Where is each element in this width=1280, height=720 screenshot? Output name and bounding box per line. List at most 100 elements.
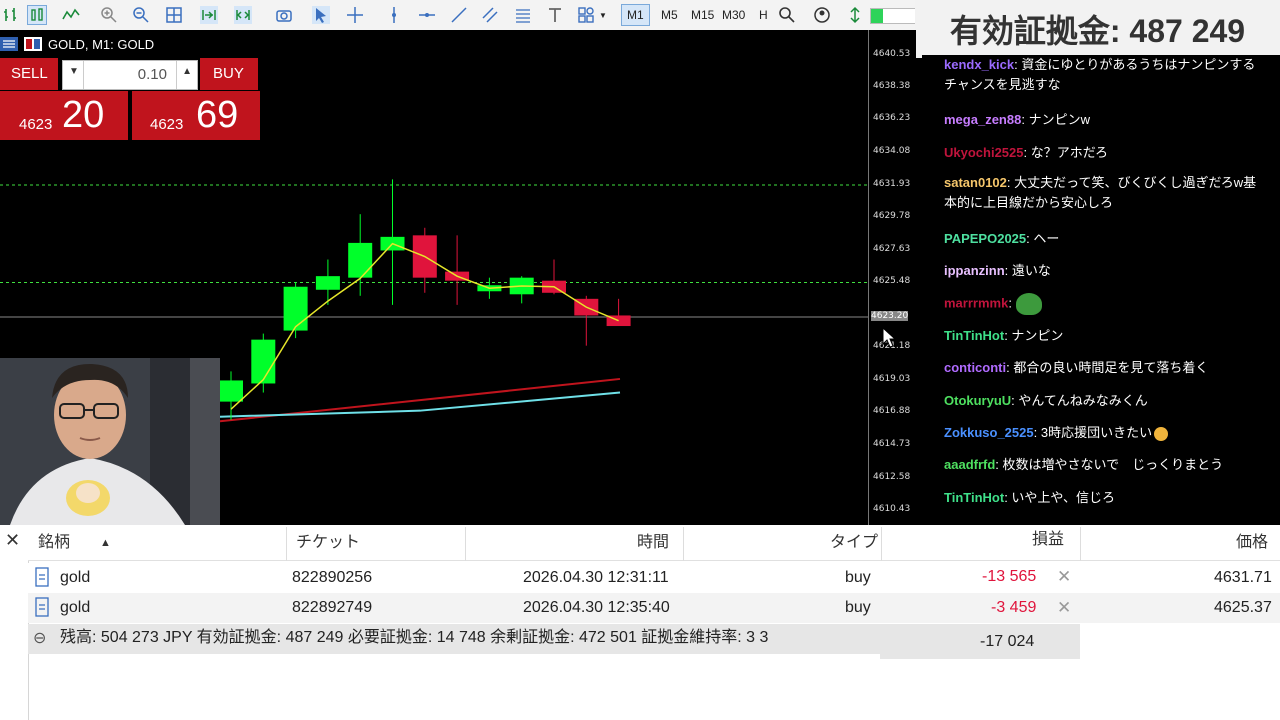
cell-symbol: gold: [60, 599, 91, 616]
buy-price-big: 69: [196, 94, 239, 136]
mouse-cursor-icon: [882, 327, 896, 348]
tf-h1[interactable]: H: [759, 8, 768, 22]
auto-scroll-icon[interactable]: [200, 6, 218, 24]
crosshair-icon[interactable]: [346, 6, 364, 24]
collapse-icon[interactable]: ⊖: [33, 628, 46, 648]
screenshot-icon[interactable]: [275, 6, 293, 24]
cell-price: 4631.71: [1214, 569, 1272, 586]
chat-username: satan0102: [944, 175, 1007, 190]
tf-m15[interactable]: M15: [691, 8, 714, 22]
buy-price[interactable]: 4623 69: [132, 91, 260, 140]
chart-title-bar: GOLD, M1: GOLD: [0, 33, 154, 55]
price-tick-label: 4638.38: [873, 81, 911, 91]
fibonacci-icon[interactable]: [514, 6, 532, 24]
lot-value[interactable]: 0.10: [138, 66, 167, 83]
header-type[interactable]: タイプ: [830, 531, 878, 555]
cell-ticket: 822892749: [292, 599, 373, 616]
candlestick-icon[interactable]: [27, 5, 47, 25]
chevron-down-icon[interactable]: ▼: [599, 11, 607, 20]
close-position-icon[interactable]: ✕: [1057, 594, 1071, 622]
chat-panel: kendx_kick: 資金にゆとりがあるうちはナンピンするチャンスを見逃すな m…: [922, 55, 1280, 520]
document-icon: [35, 597, 49, 617]
cursor-icon[interactable]: [312, 6, 330, 24]
chat-message: PAPEPO2025: ヘー: [944, 231, 1060, 246]
lot-increase-icon[interactable]: ▲: [182, 66, 192, 77]
chat-username: OtokuryuU: [944, 393, 1012, 408]
chat-text: 遠いな: [1011, 263, 1051, 278]
trendline-icon[interactable]: [450, 6, 468, 24]
chat-message: TinTinHot: いや上や、信じろ: [944, 490, 1116, 505]
chart-toolbar: ▼ M1 M5 M15 M30 H: [0, 0, 917, 31]
header-time[interactable]: 時間: [637, 531, 669, 555]
cell-time: 2026.04.30 12:31:11: [523, 569, 669, 586]
tf-m1[interactable]: M1: [621, 4, 650, 26]
chat-text: ナンピンw: [1028, 112, 1090, 127]
connection-bar: [870, 8, 917, 24]
chat-username: conticonti: [944, 360, 1007, 375]
chat-text: ヘー: [1033, 231, 1060, 246]
menu-icon[interactable]: [0, 37, 18, 51]
smile-emoji-icon: [1154, 426, 1169, 441]
header-profit[interactable]: 損益: [1032, 528, 1064, 552]
shapes-icon[interactable]: [577, 6, 595, 24]
text-tool-icon[interactable]: [546, 6, 564, 24]
chat-message: conticonti: 都合の良い時間足を見て落ち着く: [944, 360, 1209, 375]
chat-username: kendx_kick: [944, 57, 1015, 72]
buy-label: BUY: [213, 65, 244, 82]
chart-shift-icon[interactable]: [234, 6, 252, 24]
tf-m5[interactable]: M5: [661, 8, 678, 22]
vertical-line-icon[interactable]: [385, 6, 403, 24]
header-symbol[interactable]: 銘柄: [38, 531, 70, 555]
price-tick-label: 4625.48: [873, 276, 911, 286]
account-icon[interactable]: [813, 6, 831, 24]
chat-username: PAPEPO2025: [944, 231, 1027, 246]
chat-message: satan0102: 大丈夫だって笑、びくびくし過ぎだろw基本的に上目線だから安…: [944, 175, 1257, 210]
lot-input[interactable]: ▼ 0.10 ▲: [62, 60, 198, 90]
zoom-in-icon[interactable]: [100, 6, 118, 24]
webcam-overlay: [0, 358, 220, 525]
chat-text: ナンピン: [1011, 328, 1064, 343]
bar-chart-icon[interactable]: [2, 6, 20, 24]
chat-message: ippanzinn: 遠いな: [944, 263, 1051, 278]
candle-body: [219, 380, 243, 402]
chat-text: いや上や、信じろ: [1011, 490, 1116, 505]
lot-decrease-icon[interactable]: ▼: [69, 66, 79, 77]
chat-message: OtokuryuU: やんてんねみなみくん: [944, 393, 1148, 408]
price-tick-label: 4634.08: [873, 146, 911, 156]
chat-message: Zokkuso_2525: 3時応援団いきたい: [944, 423, 1264, 443]
chat-username: ippanzinn: [944, 263, 1005, 278]
price-tick-label: 4640.53: [873, 49, 911, 59]
account-summary: 残高: 504 273 JPY 有効証拠金: 487 249 必要証拠金: 14…: [60, 629, 769, 646]
channel-icon[interactable]: [481, 6, 499, 24]
tf-m30[interactable]: M30: [722, 8, 745, 22]
search-icon[interactable]: [778, 6, 796, 24]
sort-asc-icon[interactable]: ▲: [100, 531, 111, 555]
close-position-icon[interactable]: ✕: [1057, 563, 1071, 591]
chat-username: mega_zen88: [944, 112, 1022, 127]
frog-emote-icon: [1015, 293, 1042, 315]
candle-body: [315, 276, 340, 290]
chat-message: mega_zen88: ナンピンw: [944, 112, 1090, 127]
sell-button[interactable]: SELL: [0, 58, 58, 90]
price-axis: 4640.53 4638.38 4636.23 4634.08 4631.93 4629.…: [868, 30, 916, 525]
horizontal-line-icon[interactable]: [418, 6, 436, 24]
ma-cyan-line: [219, 391, 621, 418]
chat-message: kendx_kick: 資金にゆとりがあるうちはナンピンするチャンスを見逃すな: [944, 57, 1256, 92]
price-tick-label: 4612.58: [873, 472, 911, 482]
candle-body: [348, 242, 373, 278]
sell-price[interactable]: 4623 20: [0, 91, 128, 140]
chat-username: Zokkuso_2525: [944, 425, 1034, 440]
signal-icon[interactable]: [846, 6, 864, 24]
price-tick-label: 4627.63: [873, 244, 911, 254]
chat-text: 3時応援団いきたい: [1040, 425, 1153, 440]
tile-windows-icon[interactable]: [165, 6, 183, 24]
line-chart-icon[interactable]: [62, 6, 80, 24]
zoom-out-icon[interactable]: [132, 6, 150, 24]
buy-button[interactable]: BUY: [200, 58, 258, 90]
cell-ticket: 822890256: [292, 569, 373, 586]
price-tick-label: 4616.88: [873, 406, 911, 416]
close-icon[interactable]: ✕: [5, 530, 20, 551]
cell-type: buy: [845, 569, 871, 586]
header-ticket[interactable]: チケット: [296, 531, 360, 555]
header-price[interactable]: 価格: [1236, 531, 1268, 555]
